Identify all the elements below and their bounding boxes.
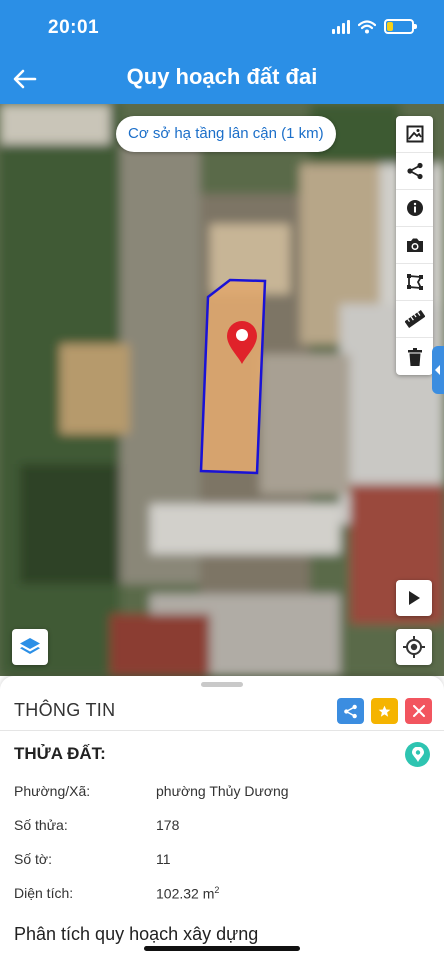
wifi-icon — [358, 19, 376, 33]
cellular-signal-icon — [332, 19, 350, 34]
analysis-section-title: Phân tích quy hoạch xây dựng — [14, 924, 259, 944]
divider — [0, 730, 444, 731]
land-parcel[interactable] — [199, 278, 267, 475]
trash-icon[interactable] — [396, 338, 433, 375]
field-label: Diện tích: — [14, 885, 74, 901]
image-icon[interactable] — [396, 116, 433, 153]
star-icon — [378, 705, 391, 717]
map-marker-icon — [411, 747, 424, 762]
battery-level — [387, 22, 393, 31]
close-icon — [412, 705, 425, 717]
camera-icon[interactable] — [396, 227, 433, 264]
page-title: Quy hoạch đất đai — [126, 64, 318, 89]
ruler-icon[interactable] — [396, 301, 433, 338]
info-icon[interactable] — [396, 190, 433, 227]
crosshair-icon — [403, 636, 425, 658]
home-indicator — [144, 946, 300, 951]
share-icon[interactable] — [396, 153, 433, 190]
info-sheet: THÔNG TIN THỬA ĐẤT: Phường/Xã: phường Th… — [0, 676, 444, 960]
close-button[interactable] — [405, 698, 432, 724]
field-value: 178 — [156, 817, 180, 833]
field-value: 102.32 m2 — [156, 885, 219, 902]
section-title: THỬA ĐẤT: — [14, 744, 106, 763]
field-label: Số tờ: — [14, 851, 52, 867]
my-location-button[interactable] — [396, 629, 432, 665]
area-value: 102.32 m — [156, 885, 215, 902]
battery-icon — [384, 19, 417, 34]
app-header: 20:01 Quy hoạch đất đai — [0, 0, 444, 104]
layers-button[interactable] — [12, 629, 48, 665]
field-label: Phường/Xã: — [14, 783, 91, 799]
field-value: phường Thủy Dương — [156, 783, 289, 799]
sheet-drag-handle[interactable] — [201, 682, 243, 687]
favorite-button[interactable] — [371, 698, 398, 724]
play-icon — [409, 591, 420, 605]
map-toolbar — [396, 116, 433, 375]
chevron-left-icon — [435, 365, 440, 375]
field-label: Số thửa: — [14, 817, 68, 833]
status-time: 20:01 — [48, 17, 100, 38]
side-panel-toggle[interactable] — [432, 346, 444, 394]
nearby-infrastructure-button[interactable]: Cơ sở hạ tầng lân cận (1 km) — [116, 116, 336, 152]
satellite-imagery — [0, 104, 444, 676]
layers-icon — [20, 638, 40, 654]
share-icon — [344, 704, 357, 718]
status-icons — [332, 19, 417, 34]
share-button[interactable] — [337, 698, 364, 724]
field-value: 11 — [156, 851, 171, 867]
locate-parcel-button[interactable] — [405, 742, 430, 767]
area-unit-exponent: 2 — [214, 885, 220, 895]
sheet-title: THÔNG TIN — [14, 700, 116, 720]
play-button[interactable] — [396, 580, 432, 616]
polygon-icon[interactable] — [396, 264, 433, 301]
map-view[interactable]: Cơ sở hạ tầng lân cận (1 km) — [0, 104, 444, 676]
